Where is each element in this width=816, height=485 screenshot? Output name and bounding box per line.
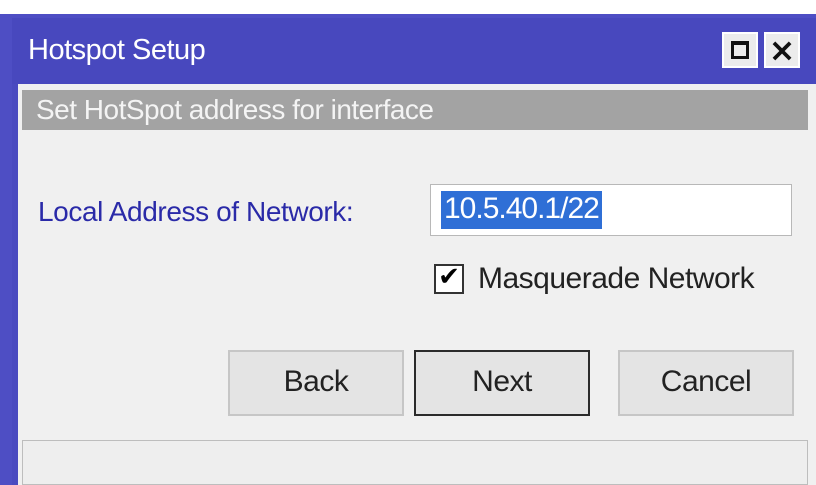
cancel-button[interactable]: Cancel [618,350,794,416]
close-button[interactable]: × [764,32,800,68]
dialog-content: Set HotSpot address for interface Local … [18,84,816,485]
section-header: Set HotSpot address for interface [22,90,808,130]
masquerade-label[interactable]: Masquerade Network [478,262,755,296]
local-address-label: Local Address of Network: [38,196,354,227]
checkmark-icon: ✔ [438,262,460,292]
next-button[interactable]: Next [414,350,590,416]
window-title: Hotspot Setup [28,34,206,66]
hotspot-setup-window: Hotspot Setup × Set HotSpot address for … [12,18,816,485]
section-header-text: Set HotSpot address for interface [36,94,434,125]
local-address-input[interactable]: 10.5.40.1/22 [430,184,792,236]
close-icon: × [768,31,796,69]
back-button[interactable]: Back [228,350,404,416]
maximize-icon [731,41,749,59]
maximize-button[interactable] [722,32,758,68]
local-address-value[interactable]: 10.5.40.1/22 [441,191,602,229]
status-bar [22,440,808,485]
background-strip [0,0,816,14]
window-titlebar[interactable]: Hotspot Setup × [12,18,816,84]
masquerade-checkbox[interactable]: ✔ [434,262,464,294]
